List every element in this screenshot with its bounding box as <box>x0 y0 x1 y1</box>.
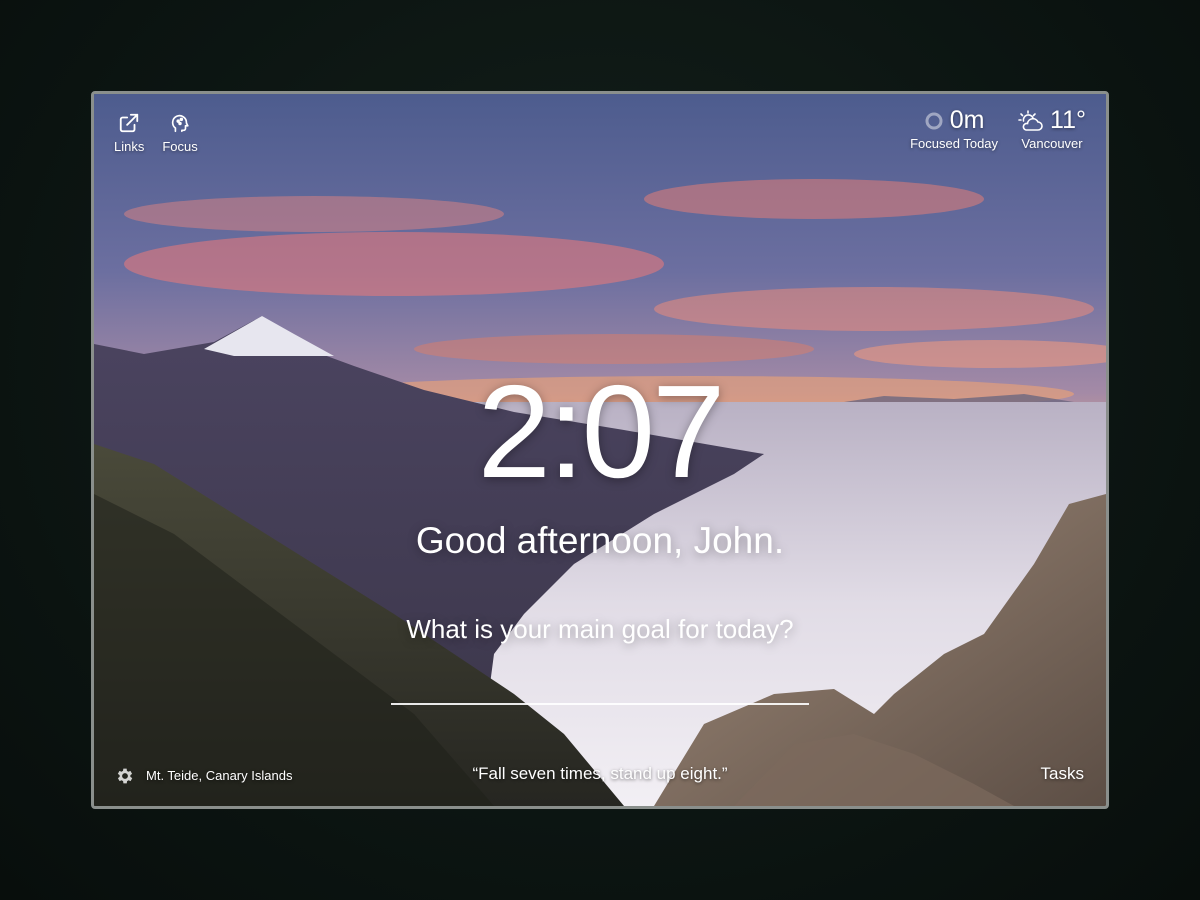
main-goal-input[interactable] <box>391 671 809 705</box>
focus-button[interactable]: Focus <box>162 112 198 154</box>
head-brain-icon <box>171 114 189 133</box>
focus-progress-ring-icon <box>925 112 943 129</box>
main-center: 2:07 Good afternoon, John. What is your … <box>94 366 1106 705</box>
weather-location: Vancouver <box>1021 136 1083 151</box>
bottom-bar: Mt. Teide, Canary Islands “Fall seven ti… <box>94 764 1106 788</box>
tasks-button[interactable]: Tasks <box>1041 764 1084 784</box>
app-window: Links Focus 0m Focused Today 11° Vancouv… <box>91 91 1109 809</box>
quote-text[interactable]: “Fall seven times, stand up eight.” <box>472 764 727 783</box>
daily-quote: “Fall seven times, stand up eight.” <box>94 764 1106 784</box>
partly-cloudy-icon <box>1018 109 1043 131</box>
focus-label: Focus <box>162 139 198 154</box>
links-button[interactable]: Links <box>114 112 144 154</box>
greeting[interactable]: Good afternoon, John. <box>416 520 784 562</box>
focus-time-widget[interactable]: 0m Focused Today <box>910 106 998 151</box>
weather-widget[interactable]: 11° Vancouver <box>1018 106 1086 151</box>
focus-time-label: Focused Today <box>910 136 999 151</box>
clock[interactable]: 2:07 <box>478 366 726 498</box>
focus-time-value: 0m <box>949 106 985 134</box>
links-label: Links <box>114 139 145 154</box>
top-left-toolbar: Links Focus <box>114 112 198 154</box>
temperature-value: 11° <box>1050 106 1086 134</box>
goal-prompt: What is your main goal for today? <box>406 614 794 644</box>
top-right-widgets: 0m Focused Today 11° Vancouver <box>910 106 1086 151</box>
external-link-icon <box>120 113 139 133</box>
